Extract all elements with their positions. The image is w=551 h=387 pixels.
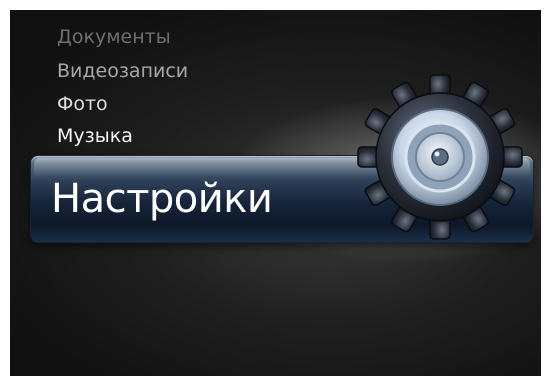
main-menu: Документы Видеозаписи Фото Музыка Настро… bbox=[10, 10, 541, 376]
menu-item-videos[interactable]: Видеозаписи bbox=[57, 60, 188, 82]
media-center-screen: Документы Видеозаписи Фото Музыка Настро… bbox=[10, 10, 541, 376]
menu-item-documents[interactable]: Документы bbox=[57, 26, 171, 48]
gear-icon bbox=[357, 74, 523, 240]
selected-item-label: Настройки bbox=[51, 176, 273, 222]
menu-item-music[interactable]: Музыка bbox=[57, 125, 133, 147]
menu-item-photo[interactable]: Фото bbox=[57, 93, 108, 115]
